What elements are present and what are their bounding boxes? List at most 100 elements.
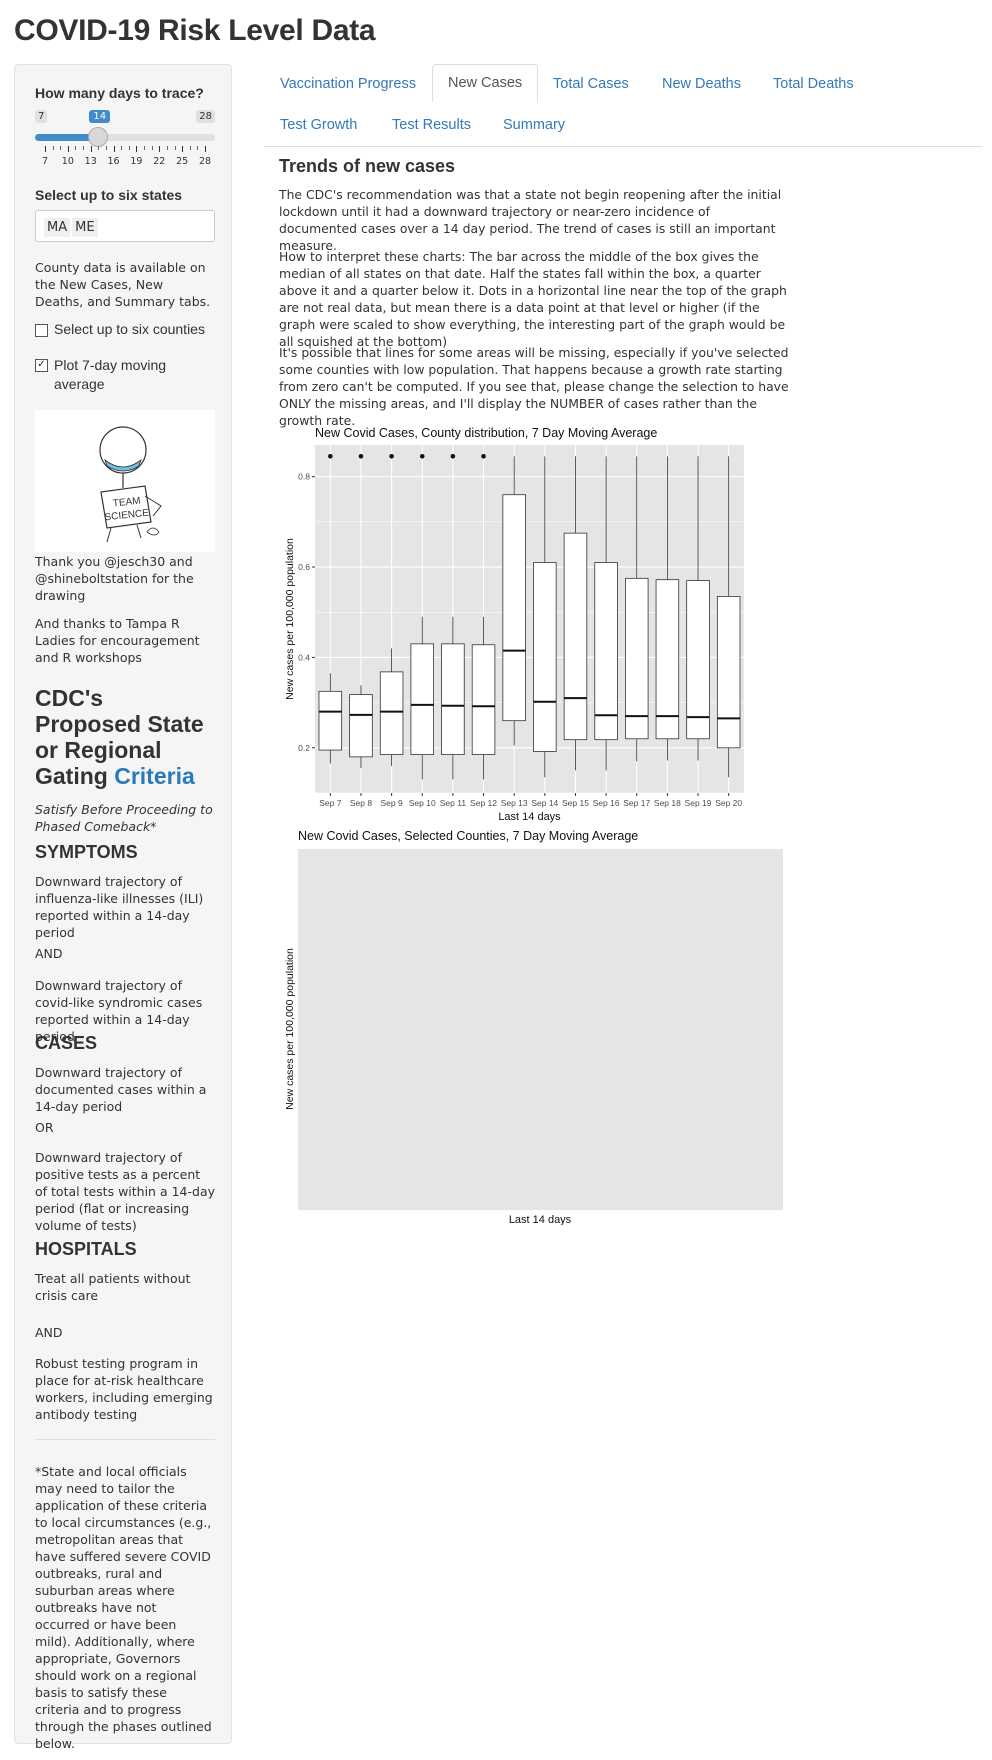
slider-tick-minor [75,146,77,150]
sidebar: How many days to trace? 7 14 28 7 10 13 16 1… [14,64,232,1751]
state-chip[interactable]: MA [44,218,71,237]
slider-tick-major [182,146,184,152]
footnote: *State and local officials may need to t… [35,1464,212,1751]
sidebar-divider [35,1439,215,1440]
slider-tick-major [67,146,69,152]
tab-total-cases[interactable]: Total Cases [553,76,629,92]
counties-checkbox-label: Select up to six counties [54,321,205,337]
x-tick-label: Sep 11 [440,798,467,808]
hospitals-heading: HOSPITALS [35,1239,137,1259]
box [625,577,649,740]
slider-tick-major [205,146,206,152]
box [716,596,741,749]
slider-tick-label: 19 [130,156,143,167]
slider-tick-major [45,146,46,152]
page-title: Trends of new cases [279,156,456,176]
x-tick-label: Sep 14 [531,798,558,808]
satisfy-note: Satisfy Before Proceeding to Phased Come… [35,802,213,834]
thanks-drawing: Thank you @jesch30 and @shineboltstation… [35,554,194,603]
criteria-link[interactable]: Criteria [114,763,195,789]
counties-checkbox[interactable] [35,324,48,337]
slider-tick-minor [144,146,146,150]
x-tick-label: Sep 17 [623,798,650,808]
slider-tick-minor [105,146,107,150]
tab-vaccination-progress[interactable]: Vaccination Progress [280,76,416,92]
moving-average-checkbox-label: Plot 7-day moving average [54,357,167,392]
box [686,580,710,740]
states-select[interactable]: MA ME [35,210,215,242]
moving-average-checkbox[interactable]: ✓ [35,359,48,372]
slider-tick-minor [98,146,100,150]
symptoms-heading: SYMPTOMS [35,842,138,862]
box-outlier [328,453,333,459]
days-slider[interactable]: 7 14 28 7 10 13 16 19 22 25 28 [35,110,215,176]
chart2-title: New Covid Cases, Selected Counties, 7 Da… [298,829,638,843]
team-science-drawing: TEAM SCIENCE [35,410,215,552]
y-tick-label: 0.2 [298,743,310,753]
slider-tick-minor [121,146,123,150]
counties-checkbox-row[interactable]: Select up to six counties [35,321,215,337]
slider-min-label: 7 [35,110,48,123]
box [441,643,465,755]
app-title: COVID-19 Risk Level Data [14,14,376,47]
x-tick-label: Sep 10 [409,798,436,808]
cases-item-2: Downward trajectory of positive tests as… [35,1150,215,1233]
hospitals-joiner: AND [35,1325,63,1340]
x-tick-label: Sep 12 [470,798,497,808]
chart1-panel [315,445,744,793]
slider-tick-minor [197,146,199,150]
chart1-y-label: New cases per 100,000 population [284,538,296,700]
slider-tick-minor [60,146,62,150]
box [349,694,373,758]
slider-tick-label: 10 [61,156,74,167]
slider-tick-major [136,146,138,152]
slider-tick-minor [128,146,130,150]
days-label: How many days to trace? [35,85,204,101]
tab-test-growth[interactable]: Test Growth [280,117,357,133]
slider-max-label: 28 [196,110,215,123]
x-tick-label: Sep 16 [593,798,620,808]
intro-paragraph: The CDC's recommendation was that a stat… [279,187,782,253]
cases-item-1: Downward trajectory of documented cases … [35,1065,207,1114]
slider-tick-major [159,146,161,152]
slider-handle[interactable] [88,127,109,147]
county-distribution-chart: New Covid Cases, County distribution, 7 … [284,426,744,823]
box [318,690,343,751]
missing-lines-paragraph: It's possible that lines for some areas … [279,345,789,428]
slider-tick-minor [189,146,191,150]
x-tick-label: Sep 18 [654,798,681,808]
cases-heading: CASES [35,1033,98,1053]
tab-new-deaths[interactable]: New Deaths [662,76,741,92]
box [410,643,434,755]
tab-total-deaths[interactable]: Total Deaths [773,76,854,92]
interpretation-paragraph: How to interpret these charts: The bar a… [279,249,787,349]
selected-counties-chart: New Covid Cases, Selected Counties, 7 Da… [284,829,783,1225]
states-select-box[interactable]: MA ME [35,210,215,242]
moving-average-checkbox-row[interactable]: ✓ Plot 7-day moving average [35,356,215,394]
x-tick-label: Sep 13 [501,798,528,808]
tab-new-cases[interactable]: New Cases [432,64,539,102]
state-chip[interactable]: ME [72,218,98,237]
slider-tick-label: 13 [84,156,97,167]
box [655,579,680,740]
box [471,644,496,755]
tab-test-results[interactable]: Test Results [392,117,471,133]
slider-tick-minor [52,146,54,150]
x-tick-label: Sep 9 [380,798,402,808]
box-outlier [389,453,394,459]
slider-track[interactable] [35,127,215,147]
county-note: County data is available on the New Case… [35,260,211,309]
y-tick-label: 0.4 [298,652,310,662]
chart2-y-label: New cases per 100,000 population [284,948,296,1110]
hospitals-item-1: Treat all patients without crisis care [35,1271,191,1303]
slider-tick-label: 28 [198,156,212,167]
box [533,562,557,752]
slider-tick-label: 25 [176,156,189,167]
chart1-title: New Covid Cases, County distribution, 7 … [315,426,657,440]
slider-ticks: 7 10 13 16 19 22 25 28 [35,146,215,176]
box-outlier [450,453,456,459]
tab-summary[interactable]: Summary [503,117,565,133]
hospitals-item-2: Robust testing program in place for at-r… [35,1356,213,1422]
chart2-panel [298,849,783,1210]
x-tick-label: Sep 15 [562,798,589,808]
